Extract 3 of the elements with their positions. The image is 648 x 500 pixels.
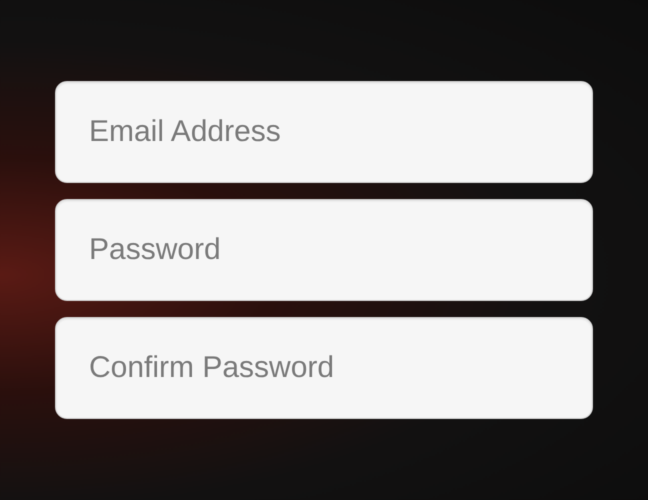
input-field[interactable]: Password [55, 199, 593, 301]
input-field[interactable]: Email Address [55, 81, 593, 183]
input-field[interactable]: Confirm Password [55, 317, 593, 419]
